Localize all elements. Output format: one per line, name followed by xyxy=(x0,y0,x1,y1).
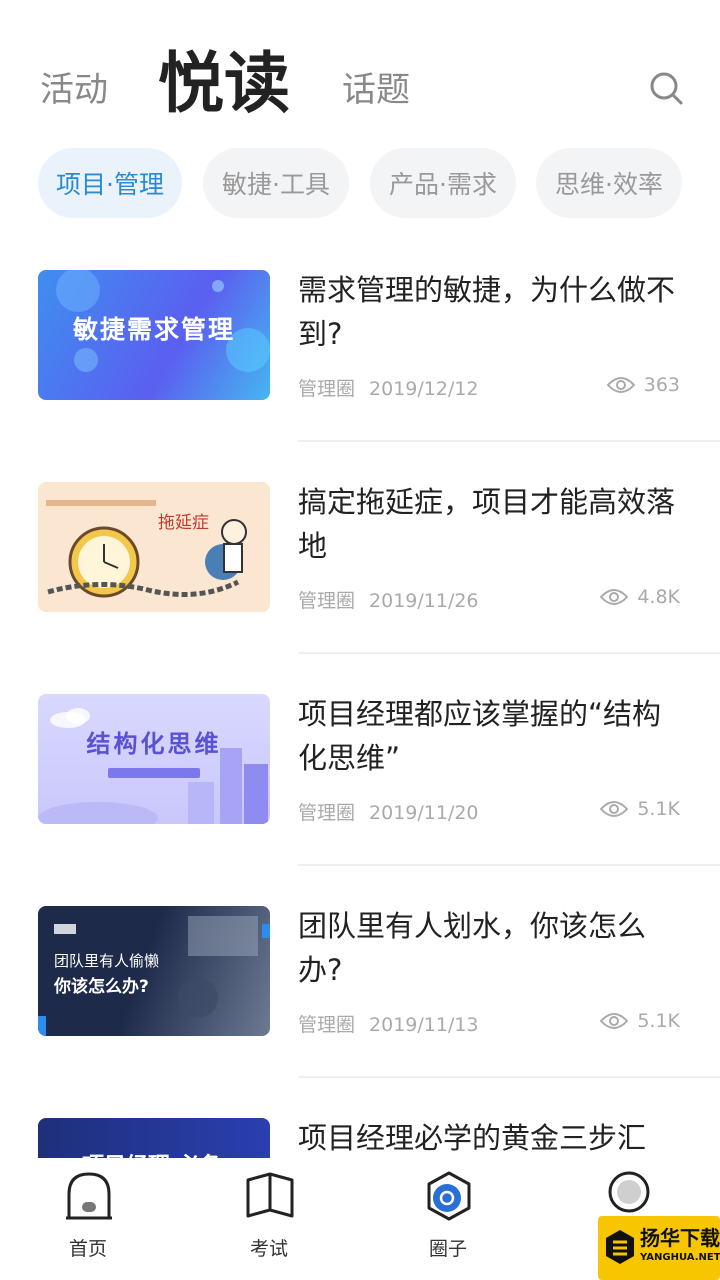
thumbnail-caption: 拖延症 xyxy=(158,513,209,533)
view-count: 5.1K xyxy=(599,798,680,820)
article-source: 管理圈 xyxy=(298,378,356,400)
view-count: 4.8K xyxy=(599,586,680,608)
view-count-value: 5.1K xyxy=(637,798,680,820)
eye-icon xyxy=(599,1013,629,1029)
list-item[interactable]: 拖延症 搞定拖延症，项目才能高效落地 管理圈 2019/11/26 4.8K xyxy=(0,482,720,694)
article-meta: 管理圈 2019/11/13 xyxy=(298,1010,479,1037)
article-meta: 管理圈 2019/11/26 xyxy=(298,586,479,613)
article-date: 2019/12/12 xyxy=(369,378,479,400)
thumbnail-caption: 团队里有人偷懒 xyxy=(54,952,160,970)
category-chips: 项目·管理 敏捷·工具 产品·需求 思维·效率 xyxy=(0,148,720,218)
chip-project-management[interactable]: 项目·管理 xyxy=(38,148,182,218)
watermark-text: 扬华下载 xyxy=(640,1226,720,1250)
view-count: 5.1K xyxy=(599,1010,680,1032)
watermark-badge: 扬华下载 YANGHUA.NET xyxy=(598,1216,720,1280)
article-title[interactable]: 团队里有人划水，你该怎么办? xyxy=(298,904,678,992)
eye-icon xyxy=(599,801,629,817)
article-thumbnail[interactable]: 拖延症 xyxy=(38,482,270,612)
watermark-subtext: YANGHUA.NET xyxy=(640,1252,720,1263)
chip-agile-tools[interactable]: 敏捷·工具 xyxy=(203,148,349,218)
article-source: 管理圈 xyxy=(298,590,356,612)
eye-icon xyxy=(606,377,636,393)
hexagon-icon xyxy=(427,1171,471,1221)
article-title[interactable]: 项目经理都应该掌握的“结构化思维” xyxy=(298,692,678,780)
article-title[interactable]: 项目经理必学的黄金三步汇 xyxy=(298,1118,678,1158)
tab-topic[interactable]: 话题 xyxy=(342,62,410,111)
article-thumbnail[interactable]: 项目经理 必备 xyxy=(38,1118,270,1158)
chip-thinking-efficiency[interactable]: 思维·效率 xyxy=(536,148,682,218)
article-meta: 管理圈 2019/12/12 xyxy=(298,374,479,401)
article-title[interactable]: 需求管理的敏捷，为什么做不到? xyxy=(298,268,678,356)
view-count-value: 4.8K xyxy=(637,586,680,608)
view-count-value: 363 xyxy=(643,374,680,396)
thumbnail-art xyxy=(38,708,268,824)
nav-exam[interactable]: 考试 xyxy=(209,1158,329,1280)
article-thumbnail[interactable]: 团队里有人偷懒 你该怎么办? xyxy=(38,906,270,1036)
thumbnail-caption: 敏捷需求管理 xyxy=(72,315,235,344)
article-thumbnail[interactable]: 结构化思维 xyxy=(38,694,270,824)
list-item[interactable]: 结构化思维 项目经理都应该掌握的“结构化思维” 管理圈 2019/11/20 5.… xyxy=(0,694,720,906)
tab-activity[interactable]: 活动 xyxy=(40,62,108,111)
article-title[interactable]: 搞定拖延症，项目才能高效落地 xyxy=(298,480,678,568)
view-count: 363 xyxy=(606,374,680,396)
thumbnail-art xyxy=(38,916,270,1036)
view-count-value: 5.1K xyxy=(637,1010,680,1032)
nav-circle[interactable]: 圈子 xyxy=(388,1158,508,1280)
article-thumbnail[interactable]: 敏捷需求管理 xyxy=(38,270,270,400)
book-icon xyxy=(246,1172,294,1218)
top-tab-bar: 活动 悦读 话题 xyxy=(0,22,720,122)
eye-icon xyxy=(599,589,629,605)
article-source: 管理圈 xyxy=(298,1014,356,1036)
watermark-logo-icon xyxy=(606,1230,634,1264)
divider xyxy=(298,1076,720,1078)
article-date: 2019/11/26 xyxy=(369,590,479,612)
chip-product-requirements[interactable]: 产品·需求 xyxy=(370,148,516,218)
tab-read[interactable]: 悦读 xyxy=(158,30,290,126)
nav-home-label: 首页 xyxy=(68,1238,107,1260)
list-item[interactable]: 团队里有人偷懒 你该怎么办? 团队里有人划水，你该怎么办? 管理圈 2019/11… xyxy=(0,906,720,1118)
search-icon[interactable] xyxy=(646,68,686,108)
home-icon xyxy=(66,1172,112,1220)
article-date: 2019/11/13 xyxy=(369,1014,479,1036)
divider xyxy=(298,440,720,442)
nav-home[interactable]: 首页 xyxy=(28,1158,148,1280)
divider xyxy=(298,652,720,654)
thumbnail-caption: 项目经理 必备 xyxy=(82,1148,222,1158)
thumbnail-caption: 结构化思维 xyxy=(86,730,222,758)
article-meta: 管理圈 2019/11/20 xyxy=(298,798,479,825)
thumbnail-caption-bold: 你该怎么办? xyxy=(54,977,149,997)
list-item[interactable]: 敏捷需求管理 需求管理的敏捷，为什么做不到? 管理圈 2019/12/12 363 xyxy=(0,270,720,482)
list-item[interactable]: 项目经理 必备 项目经理必学的黄金三步汇 xyxy=(0,1118,720,1158)
app-screen: 活动 悦读 话题 项目·管理 敏捷·工具 产品·需求 思维·效率 敏捷需求管理 … xyxy=(0,0,720,1280)
article-source: 管理圈 xyxy=(298,802,356,824)
article-date: 2019/11/20 xyxy=(369,802,479,824)
nav-exam-label: 考试 xyxy=(249,1238,288,1260)
nav-circle-label: 圈子 xyxy=(428,1238,467,1260)
divider xyxy=(298,864,720,866)
profile-icon xyxy=(608,1171,650,1220)
thumbnail-art xyxy=(46,500,247,598)
